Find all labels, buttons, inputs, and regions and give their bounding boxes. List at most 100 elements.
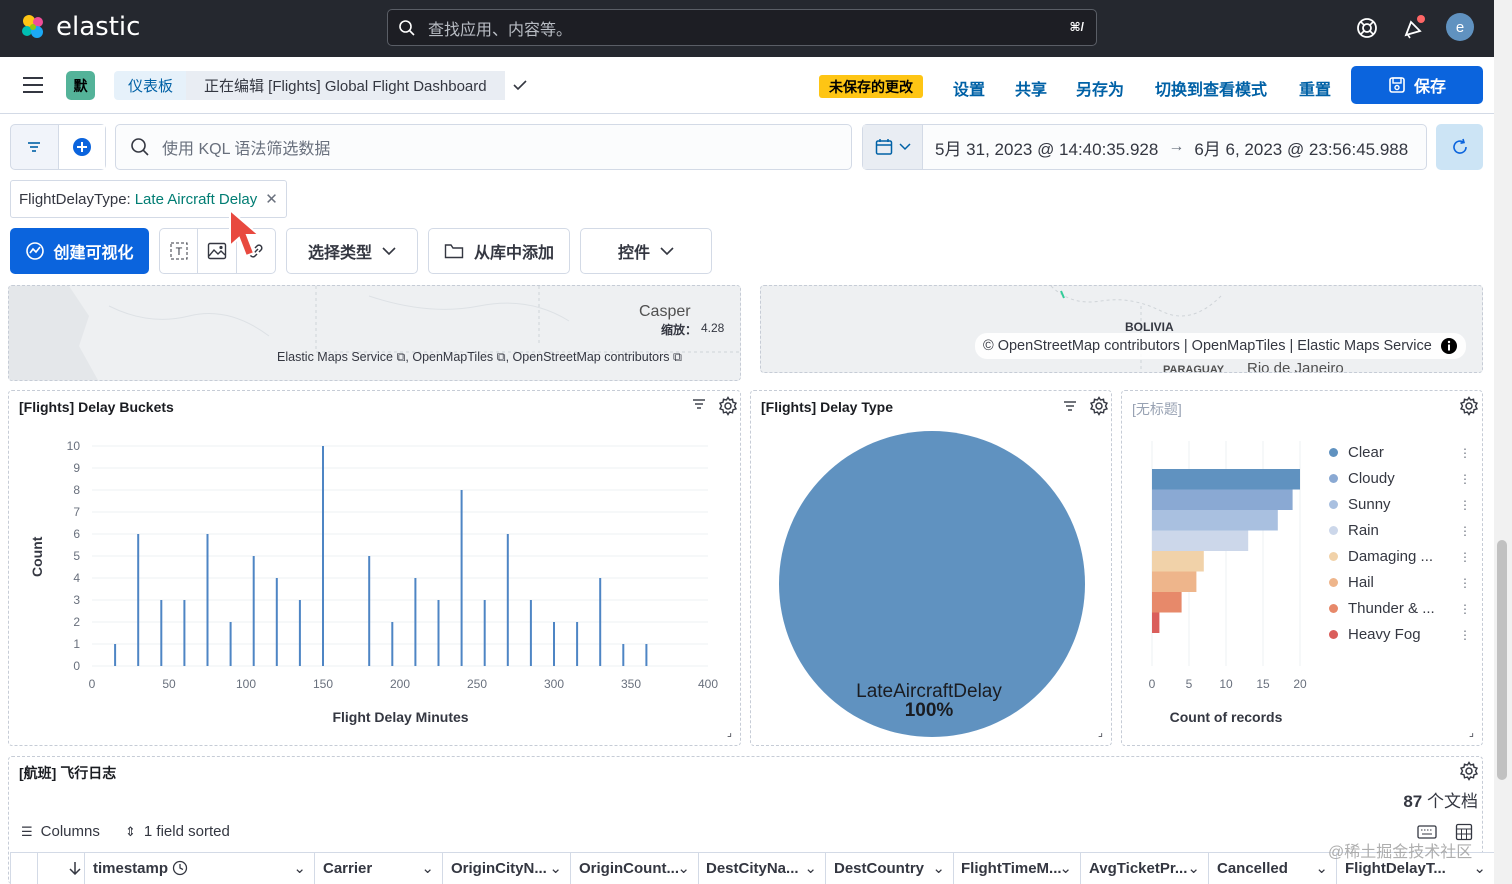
bar[interactable] (506, 534, 509, 666)
add-from-library-button[interactable]: 从库中添加 (428, 228, 570, 274)
end-date[interactable]: 6月 6, 2023 @ 23:56:45.988 (1194, 135, 1408, 160)
bar[interactable] (1152, 592, 1182, 613)
column-header[interactable]: Cancelled ⌄ (1209, 852, 1337, 884)
filter-menu-button[interactable] (11, 125, 58, 169)
column-header[interactable]: OriginCityN... ⌄ (443, 852, 571, 884)
sort-button[interactable]: ⇕ 1 field sorted (125, 823, 230, 840)
chevron-down-icon[interactable]: ⌄ (677, 859, 690, 877)
share-link[interactable]: 共享 (1015, 76, 1047, 100)
map-panel-left[interactable]: Casper 缩放： 4.28 Elastic Maps Service ⧉, … (8, 285, 741, 381)
keyboard-icon[interactable] (1417, 825, 1437, 839)
select-type-dropdown[interactable]: 选择类型 (286, 228, 418, 274)
bar[interactable] (483, 600, 486, 666)
help-icon[interactable] (1352, 13, 1382, 43)
map-panel-right[interactable]: BOLIVIA Rio de Janeiro PARAGUAY © OpenSt… (760, 285, 1483, 373)
bar[interactable] (1152, 551, 1204, 572)
bar[interactable] (1152, 469, 1300, 490)
legend-actions-icon[interactable]: ⋮ (1459, 498, 1471, 512)
legend-item[interactable]: Hail ⋮ (1329, 574, 1471, 591)
legend-actions-icon[interactable]: ⋮ (1459, 602, 1471, 616)
scrollbar-thumb[interactable] (1497, 540, 1507, 780)
resize-handle[interactable]: ⌟ (1469, 726, 1474, 739)
legend-actions-icon[interactable]: ⋮ (1459, 472, 1471, 486)
controls-dropdown[interactable]: 控件 (580, 228, 712, 274)
legend-actions-icon[interactable]: ⋮ (1459, 524, 1471, 538)
column-header[interactable]: DestCountry ⌄ (826, 852, 954, 884)
bar[interactable] (1152, 530, 1249, 552)
refresh-button[interactable] (1436, 124, 1483, 170)
legend-item[interactable]: Clear ⋮ (1329, 444, 1471, 461)
bar[interactable] (252, 556, 255, 666)
bar[interactable] (599, 578, 602, 666)
user-avatar[interactable]: e (1446, 13, 1474, 41)
legend-item[interactable]: Damaging ... ⋮ (1329, 548, 1471, 565)
remove-filter-icon[interactable]: ✕ (265, 190, 278, 208)
legend-actions-icon[interactable]: ⋮ (1459, 446, 1471, 460)
bar[interactable] (414, 578, 417, 666)
bar[interactable] (645, 644, 648, 666)
column-header[interactable]: AvgTicketPr... ⌄ (1081, 852, 1209, 884)
column-header[interactable]: Carrier ⌄ (315, 852, 443, 884)
bar[interactable] (206, 534, 209, 666)
bar[interactable] (368, 556, 371, 666)
legend-actions-icon[interactable]: ⋮ (1459, 576, 1471, 590)
add-markdown-button[interactable]: T (160, 229, 199, 273)
column-header[interactable]: FlightTimeM... ⌄ (953, 852, 1081, 884)
bar[interactable] (553, 622, 555, 666)
gear-icon[interactable] (1459, 761, 1479, 781)
info-icon[interactable] (1440, 337, 1458, 355)
add-filter-button[interactable] (57, 125, 105, 169)
legend-item[interactable]: Cloudy ⋮ (1329, 470, 1471, 487)
breadcrumb-dashboards[interactable]: 仪表板 (114, 71, 188, 100)
global-search-input[interactable]: 查找应用、内容等。 ⌘/ (387, 9, 1097, 46)
chevron-down-icon[interactable]: ⌄ (1059, 859, 1072, 877)
reset-link[interactable]: 重置 (1299, 76, 1331, 100)
map-attribution[interactable]: © OpenStreetMap contributors | OpenMapTi… (975, 333, 1466, 359)
bar[interactable] (1152, 489, 1293, 511)
bar[interactable] (137, 534, 140, 666)
column-header[interactable]: DestCityNa... ⌄ (698, 852, 826, 884)
resize-handle[interactable]: ⌟ (727, 726, 732, 739)
chevron-down-icon[interactable]: ⌄ (421, 859, 434, 877)
bar[interactable] (529, 600, 532, 666)
start-date[interactable]: 5月 31, 2023 @ 14:40:35.928 (935, 135, 1158, 160)
bar[interactable] (1152, 571, 1197, 593)
save-button[interactable]: 保存 (1351, 66, 1483, 104)
menu-icon[interactable] (23, 77, 43, 93)
legend-item[interactable]: Heavy Fog ⋮ (1329, 626, 1471, 643)
switch-to-view-link[interactable]: 切换到查看模式 (1155, 76, 1267, 100)
chevron-down-icon[interactable]: ⌄ (293, 859, 306, 877)
bar[interactable] (160, 600, 163, 666)
chevron-down-icon[interactable]: ⌄ (932, 859, 945, 877)
elastic-logo[interactable]: elastic (18, 12, 140, 42)
chevron-down-icon[interactable]: ⌄ (804, 859, 817, 877)
legend-item[interactable]: Sunny ⋮ (1329, 496, 1471, 513)
bar[interactable] (322, 446, 324, 666)
bar[interactable] (229, 622, 232, 666)
bar[interactable] (576, 622, 579, 666)
check-icon[interactable] (512, 78, 528, 92)
quick-select-button[interactable] (863, 125, 923, 169)
bar[interactable] (437, 600, 440, 666)
settings-link[interactable]: 设置 (953, 76, 985, 100)
bar[interactable] (460, 490, 463, 666)
space-avatar[interactable]: 默 (66, 71, 95, 100)
columns-button[interactable]: ☰ Columns (21, 823, 100, 840)
bar[interactable] (622, 644, 625, 666)
kql-search-input[interactable]: 使用 KQL 语法筛选数据 (115, 124, 852, 170)
bar[interactable] (275, 578, 278, 666)
chevron-down-icon[interactable]: ⌄ (549, 859, 562, 877)
chevron-down-icon[interactable]: ⌄ (1473, 859, 1486, 877)
row-select-header[interactable] (10, 852, 38, 884)
chevron-down-icon[interactable]: ⌄ (1315, 859, 1328, 877)
legend-item[interactable]: Thunder & ... ⋮ (1329, 600, 1471, 617)
map-attribution[interactable]: Elastic Maps Service ⧉, OpenMapTiles ⧉, … (277, 350, 682, 365)
legend-item[interactable]: Rain ⋮ (1329, 522, 1471, 539)
bar[interactable] (1152, 612, 1160, 634)
chevron-down-icon[interactable]: ⌄ (1187, 859, 1200, 877)
bar[interactable] (298, 600, 301, 666)
column-header[interactable]: OriginCount... ⌄ (571, 852, 699, 884)
legend-actions-icon[interactable]: ⋮ (1459, 550, 1471, 564)
bar[interactable] (1152, 510, 1278, 531)
news-feed-icon[interactable] (1398, 13, 1428, 43)
